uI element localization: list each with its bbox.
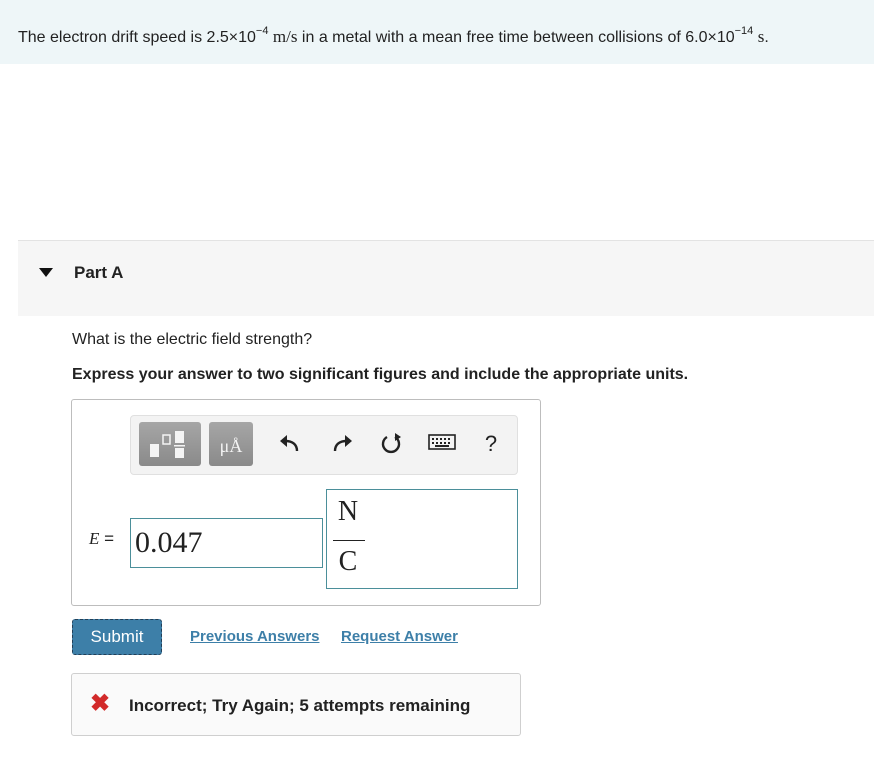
question-instruction: Express your answer to two significant f… (72, 366, 689, 383)
part-a-header[interactable]: Part A (18, 240, 874, 316)
part-title: Part A (74, 263, 124, 282)
units-icon: μÅ (219, 436, 243, 456)
variable-label: E = (89, 529, 114, 549)
submit-button[interactable]: Submit (72, 619, 162, 655)
help-icon[interactable]: ? (479, 432, 503, 456)
question-text: What is the electric field strength? (72, 331, 313, 348)
speed-exponent: −4 (255, 25, 269, 37)
math-toolbar: μÅ ? (130, 415, 518, 475)
problem-text-middle: in a metal with a mean free time between… (297, 29, 735, 46)
collapse-caret-icon[interactable] (39, 268, 53, 277)
keyboard-icon[interactable] (427, 432, 457, 456)
previous-answers-link[interactable]: Previous Answers (190, 628, 320, 645)
answer-unit-input[interactable]: N C (326, 489, 518, 589)
feedback-box: ✖ Incorrect; Try Again; 5 attempts remai… (71, 673, 521, 736)
templates-icon (150, 431, 185, 458)
variable-symbol: E (89, 529, 100, 548)
reset-icon[interactable] (379, 432, 403, 456)
answer-panel: μÅ ? E = 0.047 N C (71, 399, 541, 606)
incorrect-x-icon: ✖ (90, 690, 111, 717)
redo-icon[interactable] (331, 432, 355, 456)
request-answer-link[interactable]: Request Answer (341, 628, 458, 645)
time-exponent: −14 (734, 25, 754, 37)
problem-text: The electron drift speed is 2.5×10−4 m/s… (18, 25, 769, 47)
undo-icon[interactable] (277, 432, 301, 456)
speed-unit: m/s (272, 27, 298, 46)
unit-numerator: N (337, 496, 359, 527)
problem-text-before: The electron drift speed is 2.5×10 (18, 29, 256, 46)
feedback-message: Incorrect; Try Again; 5 attempts remaini… (129, 696, 471, 715)
templates-button[interactable] (139, 422, 201, 466)
fraction-bar (333, 540, 365, 541)
problem-text-end: . (764, 29, 769, 46)
unit-denominator: C (338, 546, 358, 577)
problem-statement: The electron drift speed is 2.5×10−4 m/s… (0, 0, 874, 64)
equals-sign: = (104, 529, 115, 548)
answer-value-input[interactable]: 0.047 (130, 518, 323, 568)
units-button[interactable]: μÅ (209, 422, 253, 466)
